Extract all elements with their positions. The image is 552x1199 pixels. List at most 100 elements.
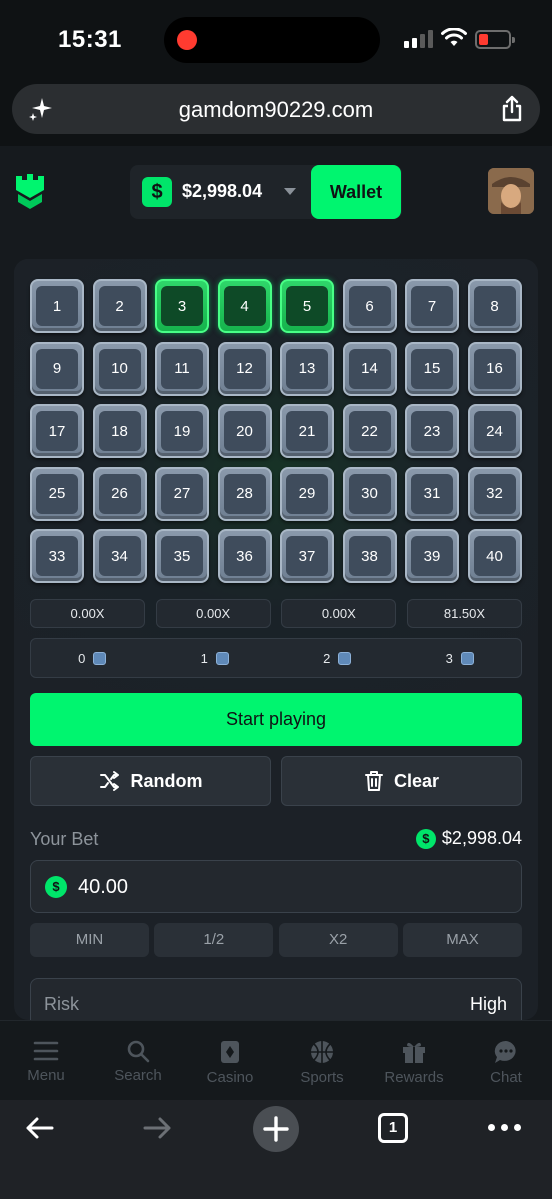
half-bet-button[interactable]: 1/2 bbox=[154, 923, 274, 957]
wallet-button[interactable]: Wallet bbox=[311, 165, 401, 219]
keno-tile-number: 24 bbox=[473, 411, 516, 451]
search-icon bbox=[127, 1040, 150, 1063]
shuffle-icon bbox=[99, 771, 119, 791]
keno-tile[interactable]: 11 bbox=[155, 341, 209, 396]
keno-tile[interactable]: 10 bbox=[92, 341, 147, 396]
keno-tile[interactable]: 6 bbox=[342, 279, 397, 333]
keno-tile[interactable]: 4 bbox=[217, 279, 272, 333]
keno-tile[interactable]: 18 bbox=[92, 404, 147, 458]
address-bar[interactable]: gamdom90229.com bbox=[12, 84, 540, 134]
hit-count: 0 bbox=[31, 639, 154, 677]
keno-tile[interactable]: 9 bbox=[30, 341, 84, 396]
payout-multipliers: 0.00X 0.00X 0.00X 81.50X bbox=[30, 599, 522, 628]
keno-tile[interactable]: 14 bbox=[342, 341, 397, 396]
nav-item-sports[interactable]: Sports bbox=[276, 1021, 368, 1100]
more-options-icon[interactable] bbox=[488, 1124, 521, 1131]
keno-tile[interactable]: 26 bbox=[92, 466, 147, 521]
bet-amount-input[interactable]: $ 40.00 bbox=[30, 860, 522, 913]
nav-item-label: Chat bbox=[490, 1069, 522, 1086]
keno-tile-number: 3 bbox=[161, 286, 203, 326]
risk-value: High bbox=[469, 994, 507, 1014]
menu-icon bbox=[33, 1041, 59, 1061]
back-arrow-icon[interactable] bbox=[24, 1114, 56, 1142]
your-bet-label: Your Bet bbox=[30, 829, 99, 849]
clear-button[interactable]: Clear bbox=[281, 756, 522, 806]
keno-tile[interactable]: 38 bbox=[342, 529, 397, 583]
chevron-down-icon[interactable] bbox=[284, 188, 296, 195]
keno-tile-number: 16 bbox=[473, 348, 516, 389]
gem-square-icon bbox=[215, 651, 229, 665]
start-playing-button[interactable]: Start playing bbox=[30, 693, 522, 746]
keno-tile-number: 28 bbox=[223, 473, 266, 514]
keno-tile[interactable]: 20 bbox=[217, 404, 272, 458]
keno-tile[interactable]: 12 bbox=[217, 341, 272, 396]
nav-item-rewards[interactable]: Rewards bbox=[368, 1021, 460, 1100]
keno-tile-number: 18 bbox=[98, 411, 141, 451]
keno-tile[interactable]: 39 bbox=[405, 529, 459, 583]
bet-balance-amount: $2,998.04 bbox=[441, 828, 522, 848]
keno-tile[interactable]: 7 bbox=[405, 279, 459, 333]
keno-tile[interactable]: 15 bbox=[405, 341, 459, 396]
browser-url-bar-area: gamdom90229.com bbox=[0, 80, 552, 146]
keno-tile[interactable]: 8 bbox=[467, 279, 522, 333]
nav-item-label: Menu bbox=[27, 1067, 65, 1084]
keno-tile[interactable]: 17 bbox=[30, 404, 84, 458]
keno-tile[interactable]: 31 bbox=[405, 466, 459, 521]
keno-tile[interactable]: 25 bbox=[30, 466, 84, 521]
keno-tile[interactable]: 30 bbox=[342, 466, 397, 521]
nav-item-label: Sports bbox=[300, 1069, 344, 1086]
max-bet-button[interactable]: MAX bbox=[402, 923, 522, 957]
double-bet-button[interactable]: X2 bbox=[278, 923, 398, 957]
keno-tile[interactable]: 21 bbox=[280, 404, 334, 458]
avatar[interactable] bbox=[488, 168, 534, 214]
dynamic-island bbox=[164, 17, 380, 63]
gamdom-logo-icon[interactable] bbox=[14, 172, 46, 210]
signal-icon bbox=[404, 30, 433, 48]
keno-tile[interactable]: 40 bbox=[467, 529, 522, 583]
keno-tile[interactable]: 34 bbox=[92, 529, 147, 583]
new-tab-button[interactable] bbox=[253, 1106, 299, 1152]
keno-tile-number: 7 bbox=[411, 286, 453, 326]
balance-selector[interactable]: $ $2,998.04 Wallet bbox=[130, 165, 402, 219]
keno-tile[interactable]: 29 bbox=[280, 466, 334, 521]
risk-selector[interactable]: Risk High bbox=[30, 978, 522, 1020]
browser-toolbar: 1 bbox=[0, 1100, 552, 1199]
nav-item-chat[interactable]: Chat bbox=[460, 1021, 552, 1100]
multiplier-badge: 81.50X bbox=[406, 599, 522, 628]
keno-tile[interactable]: 33 bbox=[30, 529, 84, 583]
dollar-icon: $ bbox=[142, 177, 172, 207]
nav-item-menu[interactable]: Menu bbox=[0, 1021, 92, 1100]
min-bet-button[interactable]: MIN bbox=[30, 923, 149, 957]
forward-arrow-icon[interactable] bbox=[141, 1114, 173, 1142]
bottom-navigation: Menu Search Casino Sports Rewards Chat bbox=[0, 1020, 552, 1100]
keno-tile-number: 25 bbox=[36, 473, 78, 514]
keno-grid: 1 2 3 4 5 6 7 8 9 10 11 12 13 14 15 16 17 18 19 20 21 22 23 24 2… bbox=[30, 279, 522, 583]
keno-tile[interactable]: 16 bbox=[467, 341, 522, 396]
nav-item-search[interactable]: Search bbox=[92, 1021, 184, 1100]
share-icon[interactable] bbox=[500, 95, 524, 123]
keno-tile[interactable]: 35 bbox=[155, 529, 209, 583]
keno-tile-number: 19 bbox=[161, 411, 203, 451]
keno-tile[interactable]: 32 bbox=[467, 466, 522, 521]
keno-tile[interactable]: 2 bbox=[92, 279, 147, 333]
keno-tile-number: 30 bbox=[348, 473, 391, 514]
keno-tile[interactable]: 22 bbox=[342, 404, 397, 458]
keno-tile[interactable]: 37 bbox=[280, 529, 334, 583]
keno-tile[interactable]: 19 bbox=[155, 404, 209, 458]
keno-tile[interactable]: 23 bbox=[405, 404, 459, 458]
keno-tile[interactable]: 28 bbox=[217, 466, 272, 521]
nav-item-casino[interactable]: Casino bbox=[184, 1021, 276, 1100]
keno-tile-number: 27 bbox=[161, 473, 203, 514]
keno-tile[interactable]: 27 bbox=[155, 466, 209, 521]
tab-switcher-button[interactable]: 1 bbox=[378, 1113, 408, 1143]
random-button[interactable]: Random bbox=[30, 756, 271, 806]
keno-tile[interactable]: 24 bbox=[467, 404, 522, 458]
keno-tile[interactable]: 5 bbox=[280, 279, 334, 333]
keno-tile[interactable]: 1 bbox=[30, 279, 84, 333]
status-bar: 15:31 bbox=[0, 0, 552, 80]
hit-count-label: 3 bbox=[445, 650, 453, 666]
keno-tile[interactable]: 36 bbox=[217, 529, 272, 583]
keno-tile[interactable]: 3 bbox=[155, 279, 209, 333]
hits-row: 0 1 2 3 bbox=[30, 638, 522, 678]
keno-tile[interactable]: 13 bbox=[280, 341, 334, 396]
